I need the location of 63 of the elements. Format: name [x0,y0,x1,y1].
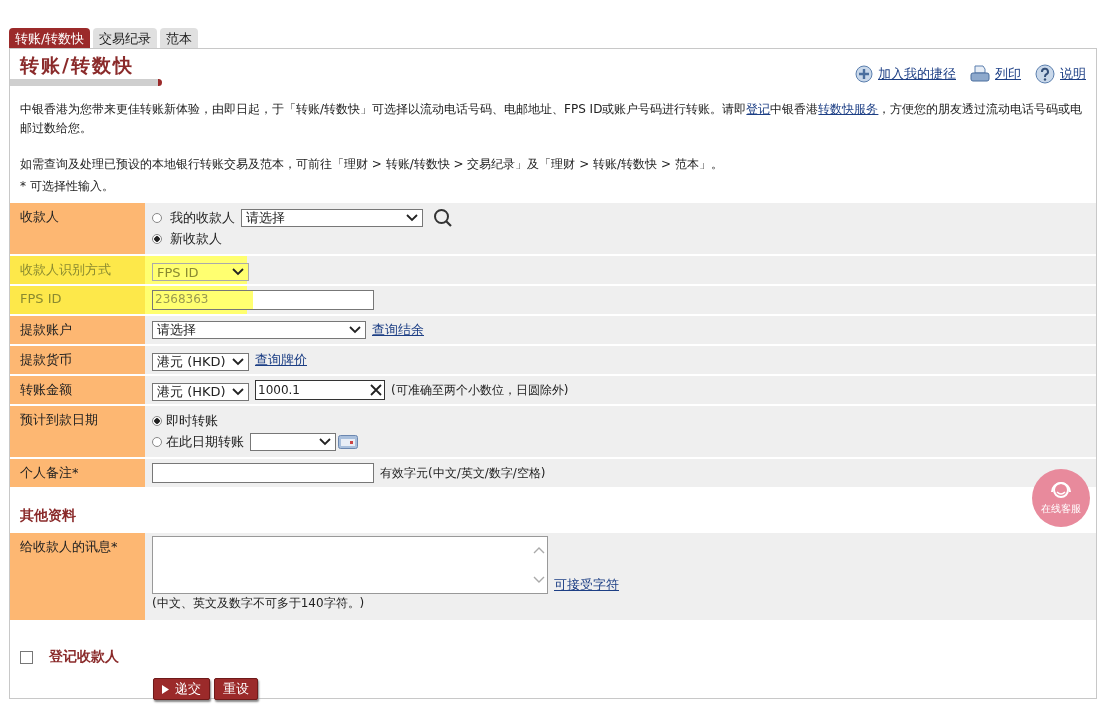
add-icon [855,64,873,83]
radio-button[interactable] [152,416,162,426]
checkbox-label: 登记收款人 [49,648,119,666]
printer-icon [970,64,990,83]
toolbar-link[interactable]: 加入我的捷径 [878,64,956,83]
chevron-icon [232,268,244,276]
intro-text: 中银香港为您带来更佳转账新体验，由即日起，于「转账/转数快」可选择以流动电话号码、电邮地址、FPS ID或账户号码进行转账。请即登记中银香港转数快服务，方便您的朋友透过流动电话号码或电邮过数给您。 [20,101,1084,137]
radio-button[interactable] [152,213,162,223]
fps-service-link[interactable]: 转数快服务 [818,102,879,116]
section-title: 其他资料 [20,507,76,525]
field-label: 提款货币 [10,346,145,374]
play-icon [162,684,169,694]
field-hint: 有效字元(中文/英文/数字/空格) [380,464,546,482]
query-link[interactable]: 查询牌价 [255,351,307,369]
chevron-icon [349,326,361,334]
note-text: 如需查询及处理已预设的本地银行转账交易及范本，可前往「理财 > 转账/转数快 > 交易纪录」及「理财 > 转账/转数快 > 范本」。 [20,156,724,173]
field-label: 转账金额 [10,376,145,404]
dropdown[interactable]: 请选择 [152,321,366,339]
chevron-icon [319,438,331,446]
radio-label: 新收款人 [170,230,222,248]
dropdown[interactable]: FPS ID [152,263,249,281]
field-label: 个人备注* [10,459,145,487]
field-label: FPS ID [10,286,145,314]
field-hint: (中文、英文及数字不可多于140字符。) [152,595,365,612]
radio-label: 即时转账 [166,412,218,430]
query-link[interactable]: 查询结余 [372,321,424,339]
toolbar-link[interactable]: 说明 [1060,64,1086,83]
help-icon [1035,63,1055,84]
chevron-icon [232,388,244,396]
amount-note: (可准确至两个小数位，日圆除外) [391,381,569,399]
checkbox[interactable] [20,650,33,664]
calendar-icon[interactable] [338,435,358,449]
currency-select[interactable]: 港元 (HKD) [152,383,249,401]
tab[interactable]: 范本 [160,28,199,48]
page-title: 转账/转数快 [18,53,135,78]
tab[interactable]: 交易纪录 [93,28,158,48]
clear-icon[interactable] [370,384,382,396]
field-label: 收款人识别方式 [10,256,145,284]
accepted-characters-link[interactable]: 可接受字符 [554,576,619,594]
search-icon[interactable] [433,208,453,228]
field-label: 提款账户 [10,316,145,344]
payee-select[interactable]: 请选择 [241,209,423,227]
optional-hint: * 可选择性输入。 [20,178,115,195]
tab[interactable]: 转账/转数快 [9,28,91,48]
radio-label: 在此日期转账 [166,433,244,451]
chevron-icon [406,214,418,222]
radio-button[interactable] [152,234,162,244]
amount-field[interactable]: 1000.1 [255,380,385,400]
message-textarea[interactable] [152,536,548,594]
radio-label: 我的收款人 [170,209,235,227]
field-label: 预计到款日期 [10,406,145,457]
toolbar-link[interactable]: 列印 [995,64,1021,83]
reset-button[interactable]: 重设 [214,678,258,700]
chevron-icon [232,358,244,366]
dropdown[interactable]: 港元 (HKD) [152,353,249,371]
input-field[interactable] [152,463,374,483]
radio-button[interactable] [152,437,162,447]
field-label: 收款人 [10,203,145,254]
submit-button[interactable]: 递交 [153,678,210,700]
register-link[interactable]: 登记 [746,102,771,116]
field-label: 给收款人的讯息* [10,533,145,620]
scrollbar-arrows-icon [533,545,545,585]
date-select[interactable] [250,433,336,451]
